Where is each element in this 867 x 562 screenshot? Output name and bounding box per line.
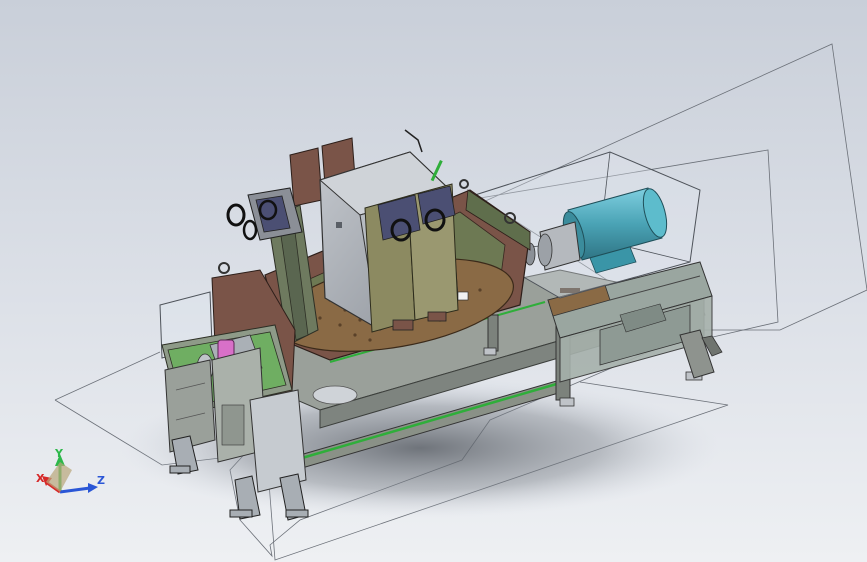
front-plate-assembly[interactable]	[364, 183, 469, 333]
z-axis-arrow	[59, 486, 91, 494]
cable	[404, 129, 423, 153]
coordinate-triad[interactable]: Y Z X	[36, 447, 105, 494]
cad-model-scene[interactable]: Y Z X	[0, 0, 867, 562]
handwheel-left-2	[242, 219, 258, 241]
graphics-viewport[interactable]: Y Z X	[0, 0, 867, 562]
y-axis-label: Y	[54, 447, 64, 460]
platform-hub	[312, 385, 358, 405]
z-axis-label: Z	[97, 474, 105, 487]
left-handwheel-assembly[interactable]	[226, 187, 303, 241]
x-axis-label: X	[36, 472, 45, 485]
handwheel-left-1	[226, 203, 246, 227]
